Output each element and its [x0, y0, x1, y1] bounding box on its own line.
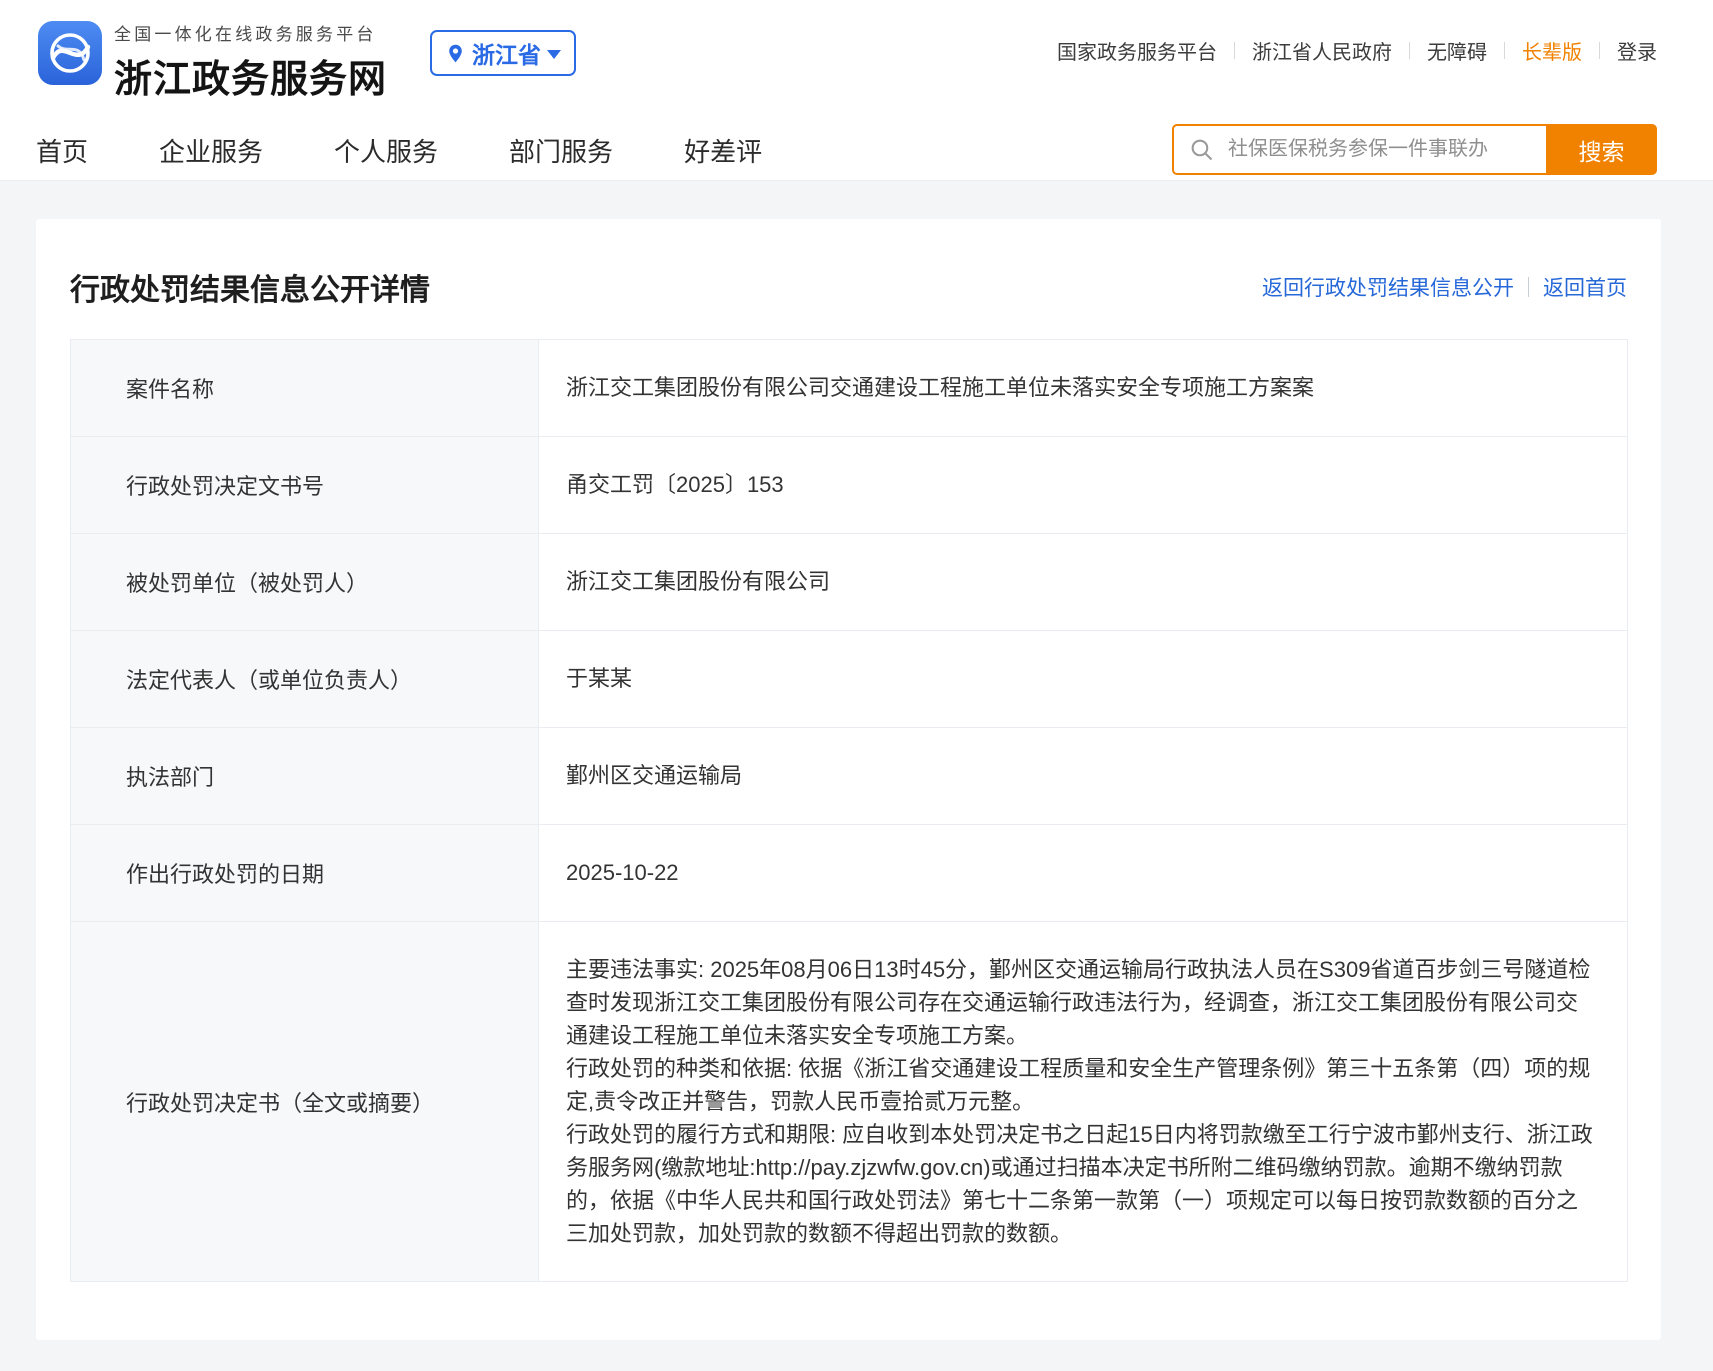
divider: [1528, 277, 1529, 297]
divider: [1409, 42, 1410, 59]
search-button[interactable]: 搜索: [1546, 124, 1657, 175]
table-row-legal-representative: 法定代表人（或单位负责人） 于某某: [71, 631, 1628, 728]
chevron-down-icon: [547, 50, 561, 59]
nav-item-rating[interactable]: 好差评: [684, 132, 762, 169]
table-row-enforcement-department: 执法部门 鄞州区交通运输局: [71, 728, 1628, 825]
link-national-platform[interactable]: 国家政务服务平台: [1057, 36, 1217, 65]
site-header: 全国一体化在线政务服务平台 浙江政务服务网 浙江省 国家政务服务平台 浙江省人民…: [0, 0, 1713, 181]
header-utility-links: 国家政务服务平台 浙江省人民政府 无障碍 长辈版 登录: [1057, 36, 1657, 65]
row-value: 于某某: [539, 631, 1628, 728]
site-name: 浙江政务服务网: [114, 48, 387, 103]
row-label: 被处罚单位（被处罚人）: [71, 534, 539, 631]
back-to-penalty-list-link[interactable]: 返回行政处罚结果信息公开: [1262, 272, 1514, 302]
table-row-penalty-decision: 行政处罚决定书（全文或摘要） 主要违法事实: 2025年08月06日13时45分…: [71, 922, 1628, 1282]
row-value: 2025-10-22: [539, 825, 1628, 922]
link-login[interactable]: 登录: [1617, 36, 1657, 65]
header-top-row: 全国一体化在线政务服务平台 浙江政务服务网 浙江省 国家政务服务平台 浙江省人民…: [0, 0, 1713, 120]
nav-item-department-services[interactable]: 部门服务: [509, 132, 613, 169]
divider: [1599, 42, 1600, 59]
page-body: 行政处罚结果信息公开详情 返回行政处罚结果信息公开 返回首页 案件名称 浙江交工…: [0, 181, 1713, 1371]
region-label: 浙江省: [472, 36, 541, 70]
row-value: 鄞州区交通运输局: [539, 728, 1628, 825]
location-pin-icon: [445, 43, 466, 64]
row-label: 作出行政处罚的日期: [71, 825, 539, 922]
link-elder-version[interactable]: 长辈版: [1522, 36, 1582, 65]
nav-item-personal-services[interactable]: 个人服务: [334, 132, 438, 169]
search-bar: 搜索: [1172, 124, 1657, 175]
row-value: 甬交工罚〔2025〕153: [539, 437, 1628, 534]
search-input[interactable]: [1172, 124, 1546, 175]
row-value: 浙江交工集团股份有限公司交通建设工程施工单位未落实安全专项施工方案案: [539, 340, 1628, 437]
link-accessibility[interactable]: 无障碍: [1427, 36, 1487, 65]
divider: [1504, 42, 1505, 59]
table-row-punished-party: 被处罚单位（被处罚人） 浙江交工集团股份有限公司: [71, 534, 1628, 631]
back-links: 返回行政处罚结果信息公开 返回首页: [1262, 272, 1627, 302]
link-zhejiang-government[interactable]: 浙江省人民政府: [1252, 36, 1392, 65]
page-title: 行政处罚结果信息公开详情: [70, 265, 430, 309]
row-label: 行政处罚决定文书号: [71, 437, 539, 534]
platform-name: 全国一体化在线政务服务平台: [114, 20, 387, 45]
brand-text: 全国一体化在线政务服务平台 浙江政务服务网: [114, 20, 387, 103]
row-label: 法定代表人（或单位负责人）: [71, 631, 539, 728]
penalty-detail-table: 案件名称 浙江交工集团股份有限公司交通建设工程施工单位未落实安全专项施工方案案 …: [70, 339, 1628, 1282]
search-icon: [1189, 137, 1214, 162]
row-label: 执法部门: [71, 728, 539, 825]
site-logo-icon: [37, 20, 103, 86]
back-to-home-link[interactable]: 返回首页: [1543, 272, 1627, 302]
nav-item-enterprise-services[interactable]: 企业服务: [159, 132, 263, 169]
main-nav: 首页 企业服务 个人服务 部门服务 好差评 搜索: [0, 120, 1713, 181]
row-value: 主要违法事实: 2025年08月06日13时45分，鄞州区交通运输局行政执法人员…: [539, 922, 1628, 1282]
region-selector-button[interactable]: 浙江省: [430, 30, 576, 76]
table-row-document-number: 行政处罚决定文书号 甬交工罚〔2025〕153: [71, 437, 1628, 534]
row-label: 行政处罚决定书（全文或摘要）: [71, 922, 539, 1282]
table-row-penalty-date: 作出行政处罚的日期 2025-10-22: [71, 825, 1628, 922]
row-label: 案件名称: [71, 340, 539, 437]
detail-card: 行政处罚结果信息公开详情 返回行政处罚结果信息公开 返回首页 案件名称 浙江交工…: [36, 219, 1661, 1340]
row-value: 浙江交工集团股份有限公司: [539, 534, 1628, 631]
card-header: 行政处罚结果信息公开详情 返回行政处罚结果信息公开 返回首页: [36, 219, 1661, 339]
nav-item-home[interactable]: 首页: [36, 132, 88, 169]
table-row-case-name: 案件名称 浙江交工集团股份有限公司交通建设工程施工单位未落实安全专项施工方案案: [71, 340, 1628, 437]
divider: [1234, 42, 1235, 59]
